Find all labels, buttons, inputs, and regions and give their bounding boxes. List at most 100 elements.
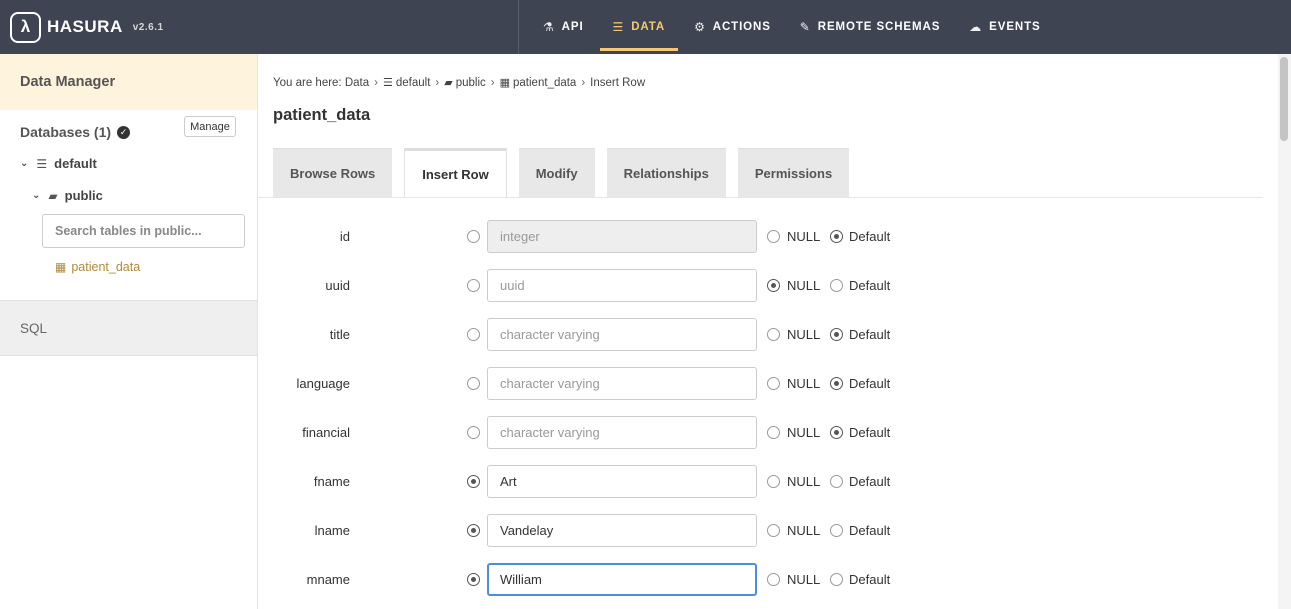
null-radio[interactable]: [767, 328, 780, 341]
table-tabs: Browse Rows Insert Row Modify Relationships…: [273, 148, 861, 198]
default-radio[interactable]: [830, 279, 843, 292]
default-label: Default: [849, 327, 891, 342]
chevron-down-icon[interactable]: ⌄: [32, 190, 40, 201]
value-radio[interactable]: [467, 377, 480, 390]
table-search-input[interactable]: [42, 214, 245, 248]
brand[interactable]: λ HASURA v2.6.1: [10, 11, 164, 43]
default-radio[interactable]: [830, 230, 843, 243]
default-radio[interactable]: [830, 328, 843, 341]
value-radio[interactable]: [467, 524, 480, 537]
default-radio[interactable]: [830, 524, 843, 537]
null-label: NULL: [787, 425, 821, 440]
tab-modify[interactable]: Modify: [518, 148, 595, 197]
breadcrumb-data[interactable]: Data: [345, 77, 369, 89]
nav-actions[interactable]: ⚙ ACTIONS: [681, 0, 784, 54]
table-link-patient-data[interactable]: ▦ patient_data: [55, 260, 140, 274]
field-row-language: language NULL Default: [258, 367, 1158, 401]
null-label: NULL: [787, 474, 821, 489]
null-radio[interactable]: [767, 475, 780, 488]
version-label: v2.6.1: [132, 21, 164, 33]
nav-label: API: [561, 21, 584, 33]
tree-item-schema[interactable]: ⌄ ▰ public: [32, 188, 103, 203]
default-label: Default: [849, 523, 891, 538]
nav-label: REMOTE SCHEMAS: [817, 21, 941, 33]
table-icon: ▦: [55, 260, 67, 274]
null-radio[interactable]: [767, 524, 780, 537]
field-input-mname[interactable]: [487, 563, 757, 596]
tab-relationships[interactable]: Relationships: [606, 148, 726, 197]
tab-browse-rows[interactable]: Browse Rows: [273, 148, 393, 197]
field-input-lname[interactable]: [487, 514, 757, 547]
tabs-divider: [258, 197, 1263, 198]
field-input-id[interactable]: [487, 220, 757, 253]
field-label: financial: [302, 425, 350, 440]
breadcrumb-prefix: You are here:: [273, 76, 342, 89]
null-radio[interactable]: [767, 377, 780, 390]
tree-item-database[interactable]: ⌄ ☰ default: [20, 156, 97, 171]
value-radio[interactable]: [467, 475, 480, 488]
null-radio[interactable]: [767, 573, 780, 586]
default-radio[interactable]: [830, 377, 843, 390]
cogs-icon: ⚙: [694, 20, 706, 34]
chevron-down-icon[interactable]: ⌄: [20, 158, 28, 169]
folder-open-icon: ▰: [48, 188, 58, 203]
value-radio[interactable]: [467, 279, 480, 292]
null-radio[interactable]: [767, 230, 780, 243]
field-label: id: [339, 229, 350, 244]
scrollbar[interactable]: [1278, 54, 1291, 609]
nav-api[interactable]: ⚗ API: [530, 0, 597, 54]
chevron-right-icon: ›: [490, 76, 495, 89]
plug-icon: ✎: [799, 20, 811, 34]
field-input-title[interactable]: [487, 318, 757, 351]
field-input-language[interactable]: [487, 367, 757, 400]
breadcrumb-schema[interactable]: public: [456, 77, 486, 89]
field-row-mname: mname NULL Default: [258, 563, 1158, 597]
breadcrumb-table[interactable]: patient_data: [513, 77, 576, 89]
field-label: title: [329, 327, 350, 342]
table-name: patient_data: [71, 260, 141, 274]
sql-link[interactable]: SQL: [0, 300, 257, 356]
default-label: Default: [849, 425, 891, 440]
field-input-uuid[interactable]: [487, 269, 757, 302]
default-radio[interactable]: [830, 475, 843, 488]
nav-label: EVENTS: [989, 21, 1041, 33]
value-radio[interactable]: [467, 573, 480, 586]
brand-name: HASURA: [47, 17, 123, 36]
check-circle-icon: ✓: [117, 125, 131, 139]
value-radio[interactable]: [467, 230, 480, 243]
tab-permissions[interactable]: Permissions: [737, 148, 850, 197]
field-input-fname[interactable]: [487, 465, 757, 498]
chevron-right-icon: ›: [581, 76, 586, 89]
null-label: NULL: [787, 278, 821, 293]
default-radio[interactable]: [830, 573, 843, 586]
field-row-fname: fname NULL Default: [258, 465, 1158, 499]
top-navbar: λ HASURA v2.6.1 ⚗ API ☰ DATA ⚙ ACTIONS ✎ REMOTE…: [0, 0, 1291, 54]
data-manager-header: Data Manager: [0, 54, 257, 110]
default-radio[interactable]: [830, 426, 843, 439]
null-label: NULL: [787, 327, 821, 342]
value-radio[interactable]: [467, 328, 480, 341]
null-label: NULL: [787, 229, 821, 244]
null-radio[interactable]: [767, 426, 780, 439]
flask-icon: ⚗: [543, 20, 555, 34]
value-radio[interactable]: [467, 426, 480, 439]
null-label: NULL: [787, 523, 821, 538]
field-input-financial[interactable]: [487, 416, 757, 449]
manage-button[interactable]: Manage: [184, 116, 236, 137]
folder-icon: ▰: [444, 77, 453, 89]
null-label: NULL: [787, 572, 821, 587]
null-radio[interactable]: [767, 279, 780, 292]
nav-data[interactable]: ☰ DATA: [599, 0, 679, 54]
breadcrumb-database[interactable]: default: [396, 77, 431, 89]
hasura-logo-icon: λ: [10, 11, 41, 43]
databases-label: Databases (1): [20, 124, 112, 140]
scrollbar-thumb[interactable]: [1280, 57, 1288, 141]
database-icon: ☰: [36, 156, 48, 171]
nav-remote-schemas[interactable]: ✎ REMOTE SCHEMAS: [787, 0, 953, 54]
cloud-icon: ☁: [969, 20, 983, 34]
tab-insert-row[interactable]: Insert Row: [404, 148, 507, 198]
field-row-lname: lname NULL Default: [258, 514, 1158, 548]
field-row-financial: financial NULL Default: [258, 416, 1158, 450]
nav-events[interactable]: ☁ EVENTS: [956, 0, 1053, 54]
field-label: uuid: [325, 278, 350, 293]
